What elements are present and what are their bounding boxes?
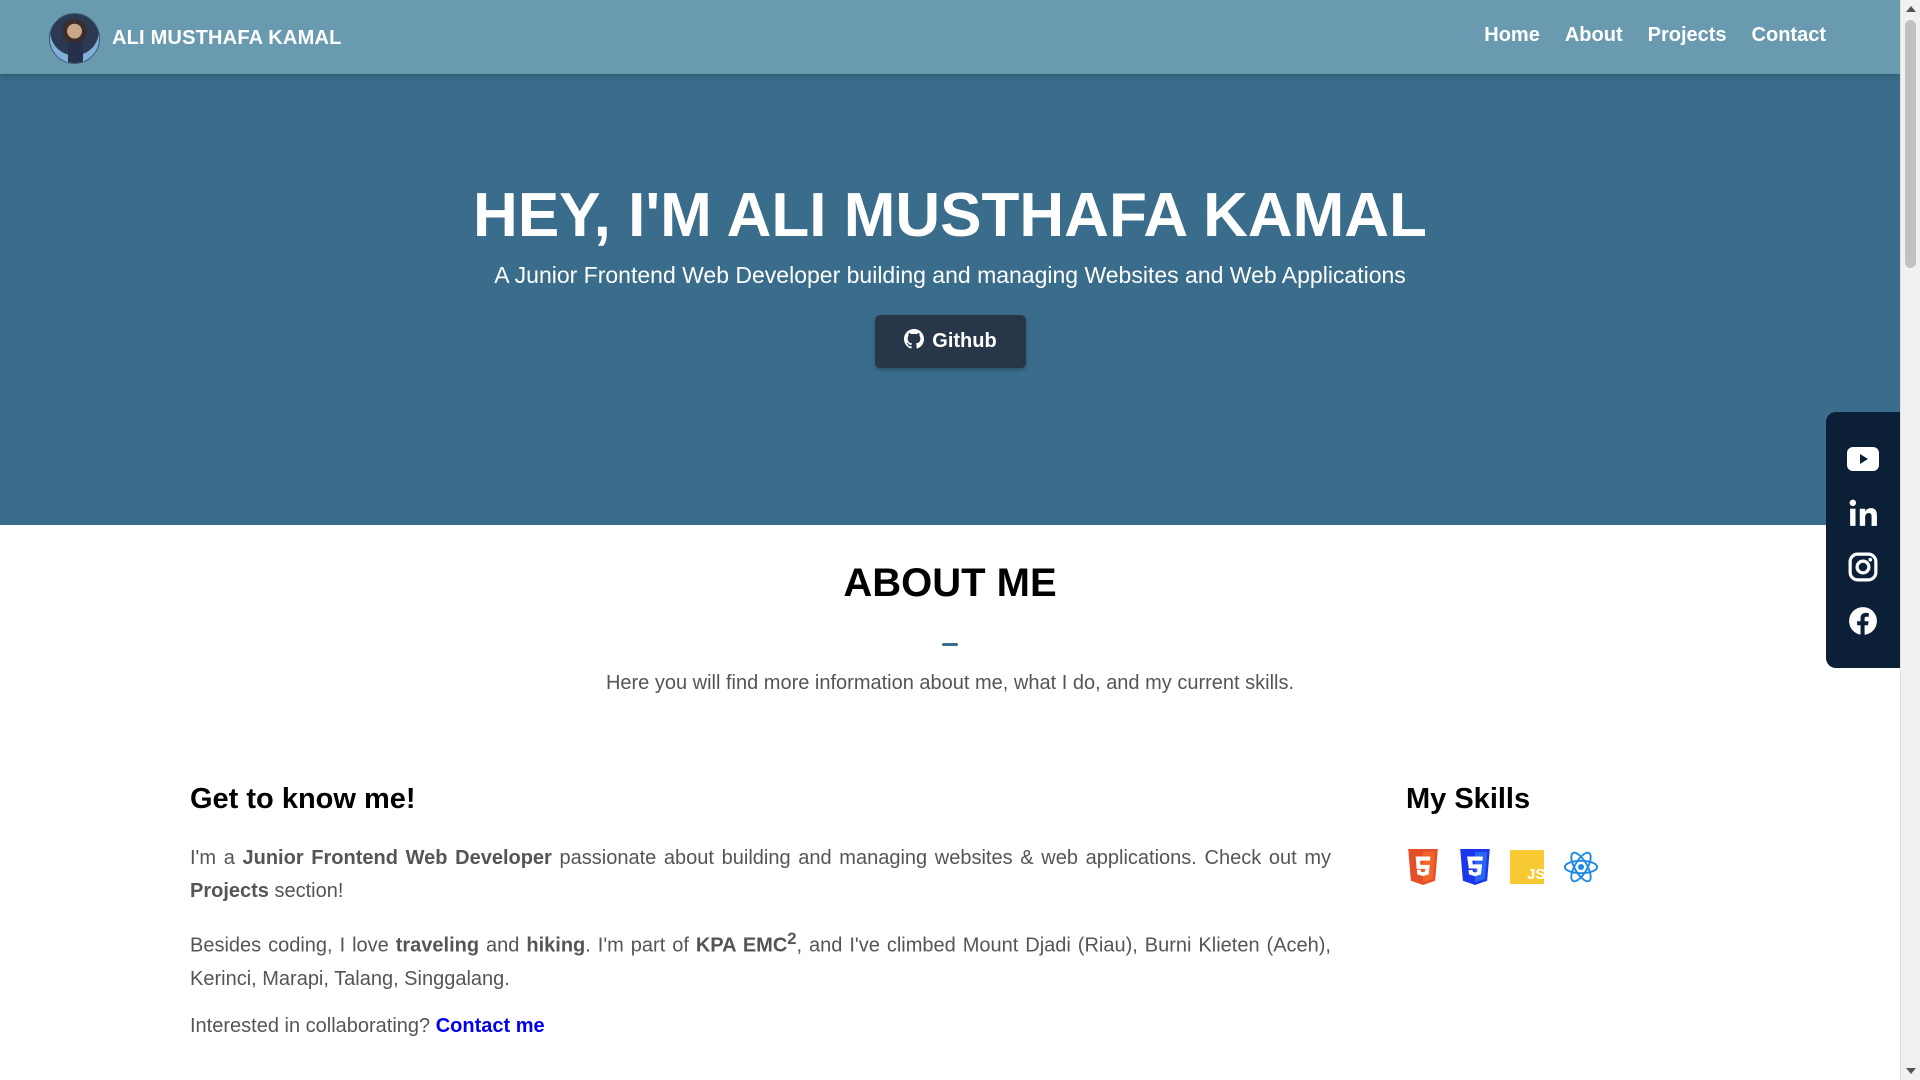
- scroll-down-arrow[interactable]: [1906, 1068, 1916, 1074]
- about-divider: [942, 643, 958, 646]
- bold-text: Junior Frontend Web Developer: [242, 847, 552, 869]
- instagram-icon[interactable]: [1847, 552, 1879, 582]
- javascript-icon: JS: [1510, 848, 1544, 886]
- text: I'm a: [190, 847, 243, 869]
- react-icon: [1562, 849, 1600, 885]
- linkedin-icon[interactable]: [1847, 498, 1879, 528]
- bold-text: traveling: [395, 934, 480, 957]
- know-me-heading: Get to know me!: [190, 783, 416, 815]
- html5-icon: [1406, 848, 1440, 886]
- github-button-label: Github: [932, 330, 997, 352]
- github-button[interactable]: Github: [875, 315, 1026, 368]
- scrollbar[interactable]: [1900, 0, 1920, 1080]
- bold-text: hiking: [526, 934, 586, 957]
- social-sidebar: [1826, 412, 1900, 668]
- about-subtitle: Here you will find more information abou…: [605, 672, 1295, 694]
- github-icon: [904, 328, 925, 355]
- about-paragraph-3: Interested in collaborating? Contact me: [190, 1010, 1331, 1043]
- nav-links: Home About Projects Contact: [1484, 24, 1826, 47]
- navbar: ALI MUSTHAFA KAMAL Home About Projects C…: [0, 0, 1900, 74]
- about-text-column: Get to know me! I'm a Junior Frontend We…: [190, 783, 1331, 1057]
- hero-subtitle: A Junior Frontend Web Developer building…: [494, 262, 1406, 288]
- brand-name[interactable]: ALI MUSTHAFA KAMAL: [112, 27, 342, 50]
- skills-heading: My Skills: [1406, 783, 1531, 815]
- nav-home[interactable]: Home: [1484, 24, 1540, 47]
- nav-projects[interactable]: Projects: [1648, 24, 1727, 47]
- scroll-up-arrow[interactable]: [1906, 6, 1916, 12]
- nav-contact[interactable]: Contact: [1752, 24, 1826, 47]
- superscript: 2: [787, 929, 797, 948]
- about-title: ABOUT ME: [843, 561, 1057, 605]
- about-paragraph-1: I'm a Junior Frontend Web Developer pass…: [190, 842, 1331, 908]
- nav-about[interactable]: About: [1565, 24, 1623, 47]
- hero-title: HEY, I'M ALI MUSTHAFA KAMAL: [473, 181, 1427, 250]
- avatar: [49, 13, 100, 64]
- text: section!: [268, 880, 344, 902]
- about-paragraph-2: Besides coding, I love traveling and hik…: [190, 922, 1331, 996]
- contact-me-link[interactable]: Contact me: [436, 1015, 545, 1037]
- scroll-thumb[interactable]: [1905, 20, 1916, 268]
- bold-text: KPA EMC: [695, 934, 788, 957]
- hero-section: HEY, I'M ALI MUSTHAFA KAMAL A Junior Fro…: [0, 74, 1900, 525]
- svg-text:JS: JS: [1527, 866, 1544, 883]
- facebook-icon[interactable]: [1847, 606, 1879, 636]
- skills-column: My Skills JS: [1406, 783, 1726, 886]
- text: and: [479, 934, 527, 957]
- text: Besides coding, I love: [190, 934, 396, 957]
- youtube-icon[interactable]: [1847, 444, 1879, 474]
- skills-list: JS: [1406, 848, 1726, 886]
- bold-text: Projects: [190, 880, 269, 902]
- text: . I'm part of: [585, 934, 696, 957]
- text: passionate about building and managing w…: [551, 847, 1332, 869]
- css3-icon: [1458, 848, 1492, 886]
- brand[interactable]: ALI MUSTHAFA KAMAL: [49, 13, 342, 64]
- text: Interested in collaborating?: [190, 1014, 436, 1037]
